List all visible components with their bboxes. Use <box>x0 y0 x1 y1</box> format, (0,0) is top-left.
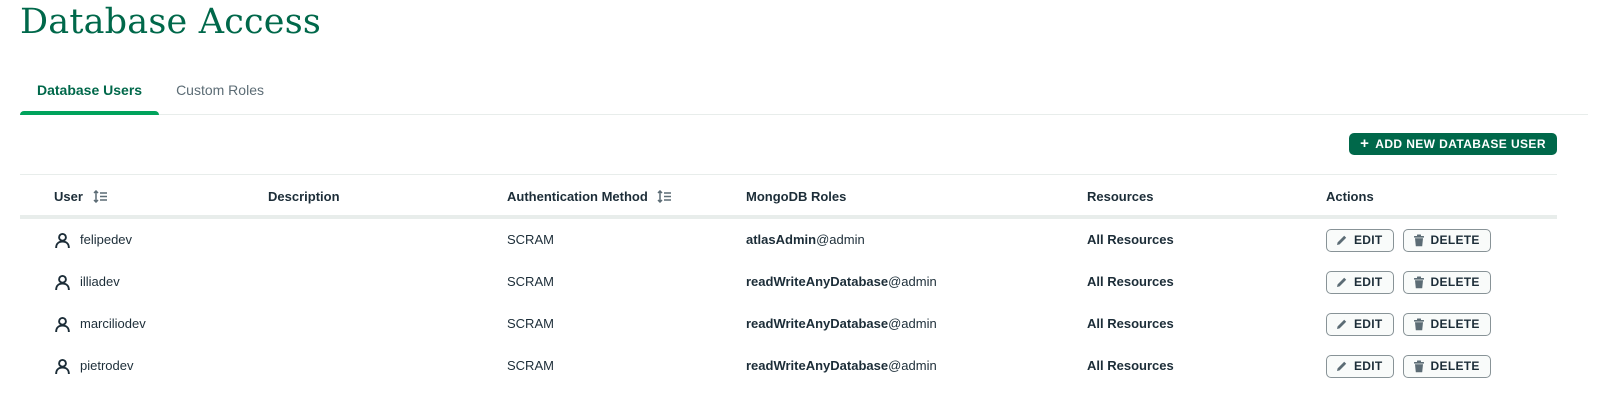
page-title: Database Access <box>20 2 322 42</box>
table-header: User Description Authentication Method M… <box>20 175 1557 219</box>
edit-button[interactable]: EDIT <box>1326 270 1394 294</box>
actions-cell: EDIT DELETE <box>1326 345 1491 387</box>
auth-method-cell: SCRAM <box>507 316 554 331</box>
table-row: felipedev SCRAM atlasAdmin@admin All Res… <box>20 219 1557 261</box>
sort-icon[interactable] <box>657 177 673 220</box>
trash-icon <box>1413 360 1424 372</box>
delete-label: DELETE <box>1430 359 1480 373</box>
edit-label: EDIT <box>1354 359 1383 373</box>
role-name: readWriteAnyDatabase <box>746 358 889 373</box>
actions-cell: EDIT DELETE <box>1326 261 1491 303</box>
roles-cell: readWriteAnyDatabase@admin <box>746 303 937 345</box>
delete-label: DELETE <box>1430 317 1480 331</box>
actions-cell: EDIT DELETE <box>1326 219 1491 261</box>
delete-label: DELETE <box>1430 233 1480 247</box>
delete-button[interactable]: DELETE <box>1402 228 1491 252</box>
user-icon <box>55 316 70 332</box>
tab-database-users[interactable]: Database Users <box>20 70 160 115</box>
add-button-label: ADD NEW DATABASE USER <box>1375 137 1546 151</box>
username: pietrodev <box>80 358 134 373</box>
user-icon <box>55 274 70 290</box>
role-db: @admin <box>816 232 865 247</box>
resources-cell: All Resources <box>1087 358 1174 373</box>
auth-method-cell: SCRAM <box>507 358 554 373</box>
actions-cell: EDIT DELETE <box>1326 303 1491 345</box>
column-header-auth-method[interactable]: Authentication Method <box>507 175 673 215</box>
resources-cell: All Resources <box>1087 274 1174 289</box>
column-header-actions: Actions <box>1326 189 1374 204</box>
resources-cell: All Resources <box>1087 232 1174 247</box>
edit-label: EDIT <box>1354 275 1383 289</box>
user-icon <box>55 232 70 248</box>
column-header-user-label: User <box>54 189 83 204</box>
user-cell: felipedev <box>54 219 132 261</box>
table-row: marciliodev SCRAM readWriteAnyDatabase@a… <box>20 303 1557 345</box>
pencil-icon <box>1337 361 1347 371</box>
column-header-auth-method-label: Authentication Method <box>507 189 648 204</box>
user-cell: pietrodev <box>54 345 133 387</box>
edit-label: EDIT <box>1354 233 1383 247</box>
user-cell: marciliodev <box>54 303 146 345</box>
username: felipedev <box>80 232 133 247</box>
column-header-description: Description <box>268 189 340 204</box>
column-header-resources: Resources <box>1087 189 1154 204</box>
column-header-roles: MongoDB Roles <box>746 189 847 204</box>
auth-method-cell: SCRAM <box>507 274 554 289</box>
delete-button[interactable]: DELETE <box>1402 312 1491 336</box>
table-row: illiadev SCRAM readWriteAnyDatabase@admi… <box>20 261 1557 303</box>
role-name: readWriteAnyDatabase <box>746 316 889 331</box>
role-db: @admin <box>888 274 937 289</box>
role-name: atlasAdmin <box>746 232 817 247</box>
pencil-icon <box>1337 319 1347 329</box>
role-name: readWriteAnyDatabase <box>746 274 889 289</box>
auth-method-cell: SCRAM <box>507 232 554 247</box>
trash-icon <box>1413 318 1424 330</box>
trash-icon <box>1413 276 1424 288</box>
pencil-icon <box>1337 277 1347 287</box>
delete-button[interactable]: DELETE <box>1402 270 1491 294</box>
edit-button[interactable]: EDIT <box>1326 312 1394 336</box>
roles-cell: readWriteAnyDatabase@admin <box>746 261 937 303</box>
plus-icon: + <box>1360 135 1370 152</box>
tab-bar: Database Users Custom Roles <box>20 70 1588 115</box>
trash-icon <box>1413 234 1424 246</box>
tab-custom-roles[interactable]: Custom Roles <box>159 70 281 114</box>
sort-icon[interactable] <box>93 177 109 220</box>
delete-button[interactable]: DELETE <box>1402 354 1491 378</box>
roles-cell: readWriteAnyDatabase@admin <box>746 345 937 387</box>
roles-cell: atlasAdmin@admin <box>746 219 865 261</box>
add-new-database-user-button[interactable]: + ADD NEW DATABASE USER <box>1349 133 1557 155</box>
pencil-icon <box>1337 235 1347 245</box>
username: marciliodev <box>80 316 146 331</box>
role-db: @admin <box>888 316 937 331</box>
database-users-table: User Description Authentication Method M… <box>20 174 1557 387</box>
resources-cell: All Resources <box>1087 316 1174 331</box>
delete-label: DELETE <box>1430 275 1480 289</box>
user-icon <box>55 358 70 374</box>
edit-button[interactable]: EDIT <box>1326 354 1394 378</box>
edit-button[interactable]: EDIT <box>1326 228 1394 252</box>
table-row: pietrodev SCRAM readWriteAnyDatabase@adm… <box>20 345 1557 387</box>
user-cell: illiadev <box>54 261 120 303</box>
username: illiadev <box>80 274 120 289</box>
column-header-user[interactable]: User <box>54 175 109 215</box>
role-db: @admin <box>888 358 937 373</box>
edit-label: EDIT <box>1354 317 1383 331</box>
